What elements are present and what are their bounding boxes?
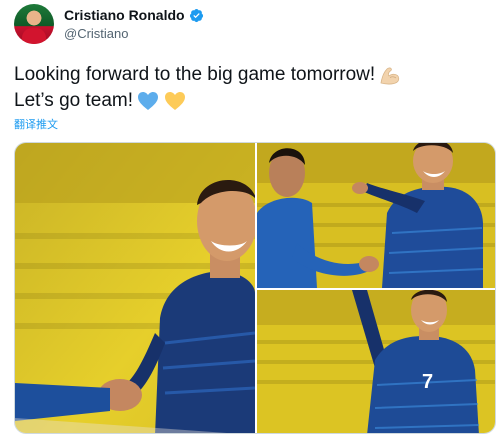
tweet-text-line-1: Looking forward to the big game tomorrow… bbox=[14, 64, 376, 85]
verified-badge-icon bbox=[189, 8, 203, 22]
media-grid: 7 bbox=[14, 142, 496, 434]
yellow-heart-icon bbox=[165, 92, 186, 110]
tweet-body: Looking forward to the big game tomorrow… bbox=[14, 62, 486, 114]
translate-tweet-link[interactable]: 翻译推文 bbox=[14, 116, 58, 132]
flexed-biceps-icon bbox=[380, 67, 400, 85]
author-name-row: Cristiano Ronaldo bbox=[64, 7, 204, 23]
tweet-header: Cristiano Ronaldo @Cristiano bbox=[14, 4, 486, 48]
author-display-name[interactable]: Cristiano Ronaldo bbox=[64, 7, 185, 23]
tweet-line-2: Let’s go team! bbox=[14, 88, 486, 114]
tweet-line-1: Looking forward to the big game tomorrow… bbox=[14, 62, 486, 88]
tweet-text-line-2: Let’s go team! bbox=[14, 90, 134, 111]
photo-pointing-teammate[interactable] bbox=[257, 143, 495, 288]
avatar-shirt bbox=[22, 28, 46, 44]
avatar[interactable] bbox=[14, 4, 54, 44]
photo-handshake-smile[interactable] bbox=[15, 143, 255, 433]
photo-jersey-number[interactable]: 7 bbox=[257, 290, 495, 433]
blue-heart-icon bbox=[138, 92, 159, 110]
jersey-number: 7 bbox=[422, 371, 433, 393]
author-handle[interactable]: @Cristiano bbox=[64, 26, 129, 41]
